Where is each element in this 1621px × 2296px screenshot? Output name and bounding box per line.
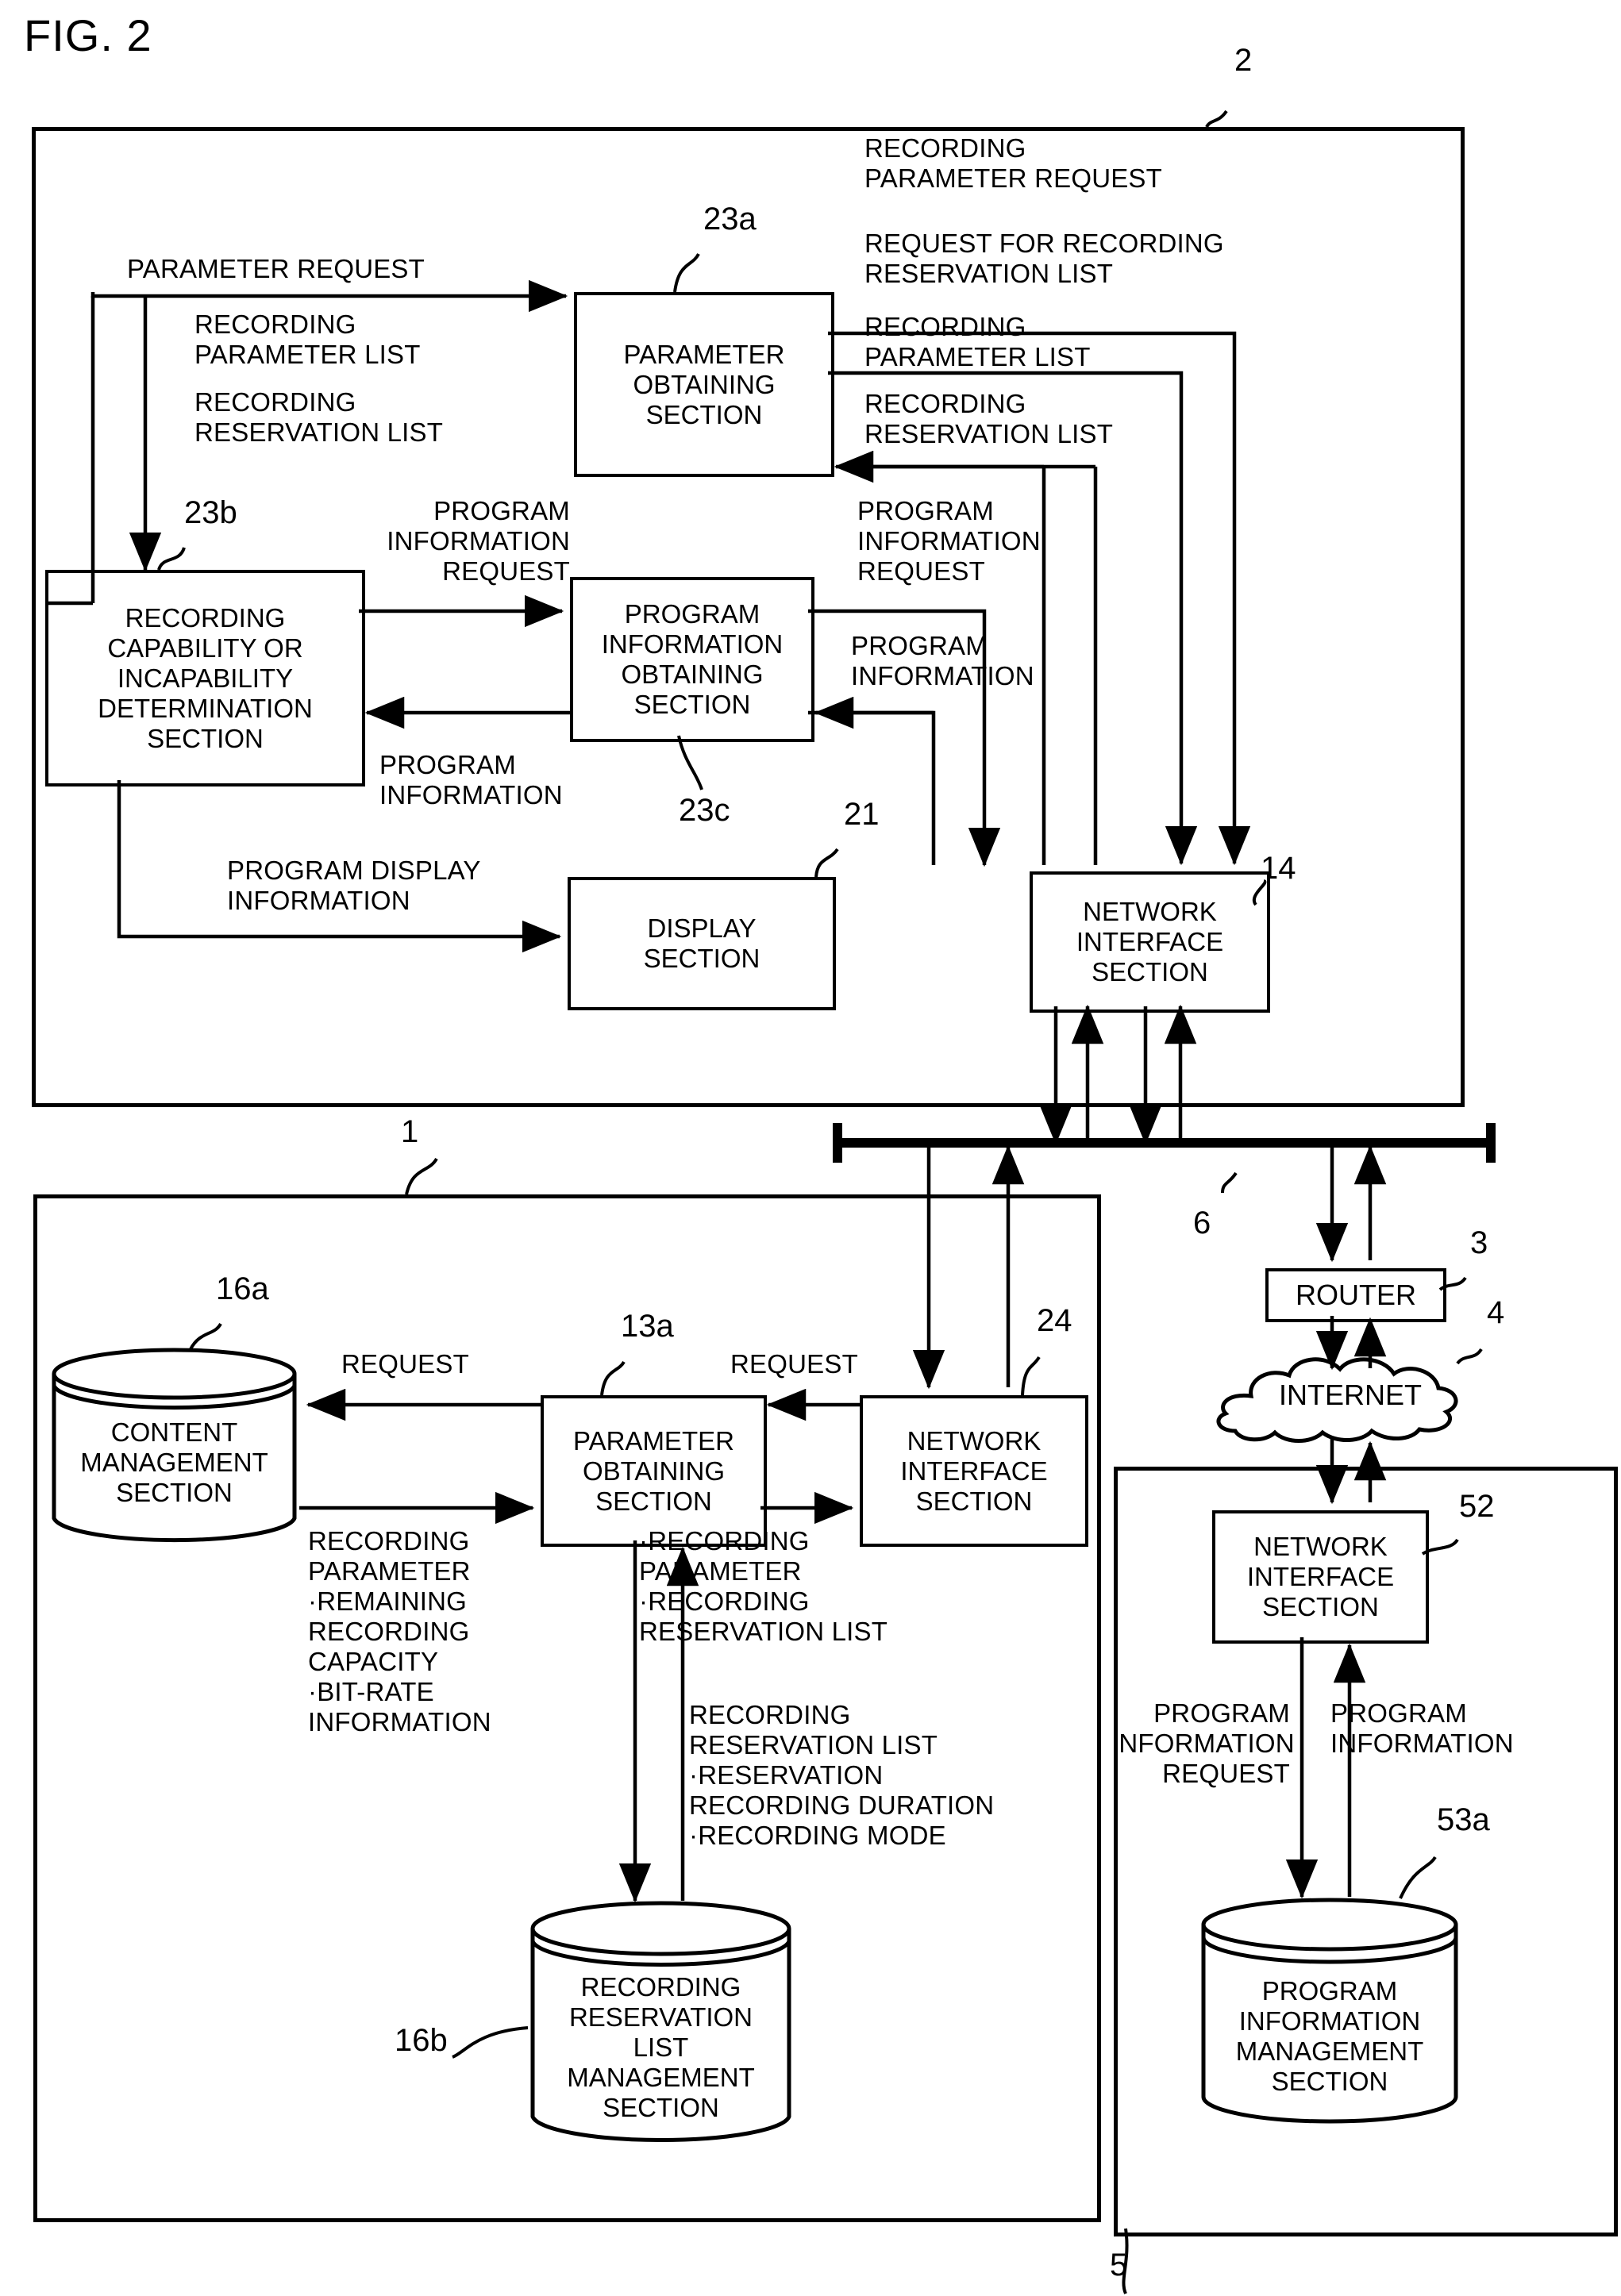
patent-figure-2: FIG. 2 2 1 6 3 4 5 14 21 23a 23b 23c 24 … [0, 0, 1621, 2296]
connector-lines [45, 110, 1496, 2294]
